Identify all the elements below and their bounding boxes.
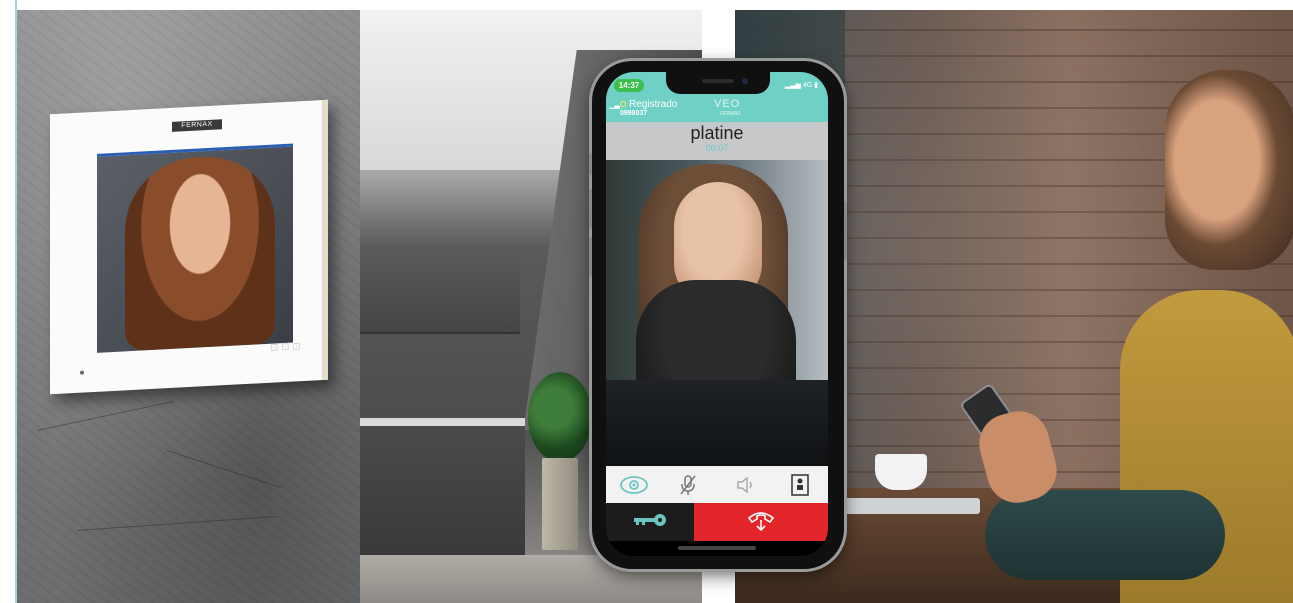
registration-number: 0999037 — [620, 110, 648, 117]
network-label: 4G — [802, 82, 813, 89]
battery-icon: ▮ — [814, 82, 818, 89]
lower-cabinet — [360, 426, 525, 556]
wall-monitor-scene: FERNAX ⊡ ⊡ ⊡ — [17, 10, 360, 603]
video-feed — [606, 160, 828, 466]
hang-up-button[interactable] — [694, 503, 828, 541]
open-door-button[interactable] — [606, 503, 694, 541]
action-row — [606, 503, 828, 541]
monitor-led — [80, 370, 84, 375]
hang-up-icon — [746, 508, 776, 537]
visitor-jacket — [606, 380, 828, 466]
monitor-screen — [97, 143, 293, 353]
call-duration: 00:07 — [705, 143, 729, 153]
volume-up-button — [589, 189, 592, 229]
phone-screen: 14:37 ▂▃▅ 4G ▮ ▁▃ Registrado 0999037 VEO… — [606, 72, 828, 556]
home-indicator[interactable] — [678, 546, 756, 550]
man-arm — [985, 490, 1225, 580]
status-time: 14:37 — [614, 79, 644, 92]
monitor-brand: FERNAX — [172, 119, 222, 132]
laptop — [830, 498, 980, 514]
sip-signal-icon: ▁▃ — [609, 102, 620, 109]
upper-cabinet — [360, 252, 520, 334]
caller-name: platine — [690, 123, 744, 143]
smartphone: 14:37 ▂▃▅ 4G ▮ ▁▃ Registrado 0999037 VEO… — [589, 61, 847, 569]
plant — [528, 372, 592, 462]
app-logo-sub: FERMAX — [720, 111, 741, 117]
monitor-touch-icons: ⊡ ⊡ ⊡ — [270, 341, 301, 354]
monitor-visitor-image — [125, 153, 275, 352]
signal-icon: ▂▃▅ — [784, 82, 801, 89]
caller-bar: platine 00:07 — [606, 122, 828, 160]
plant-pot — [542, 458, 578, 550]
man-head — [1165, 70, 1293, 270]
speaker-icon[interactable] — [730, 470, 762, 500]
mute-switch — [589, 153, 592, 175]
key-icon — [632, 513, 668, 532]
counter — [360, 418, 525, 426]
earpiece — [702, 79, 734, 83]
microphone-muted-icon[interactable] — [672, 470, 704, 500]
power-button — [844, 201, 847, 261]
volume-down-button — [589, 237, 592, 277]
app-logo: VEO — [714, 98, 741, 110]
call-controls — [606, 466, 828, 503]
status-icons: ▂▃▅ 4G ▮ — [785, 81, 818, 89]
notch — [666, 72, 770, 94]
registration-indicator-icon — [620, 101, 626, 107]
registration-status: Registrado — [629, 99, 678, 110]
front-camera — [742, 78, 748, 84]
wall-monitor: FERNAX ⊡ ⊡ ⊡ — [50, 99, 328, 395]
door-panel-icon[interactable] — [784, 470, 816, 500]
coffee-cup — [875, 454, 927, 490]
eye-icon[interactable] — [618, 470, 650, 500]
